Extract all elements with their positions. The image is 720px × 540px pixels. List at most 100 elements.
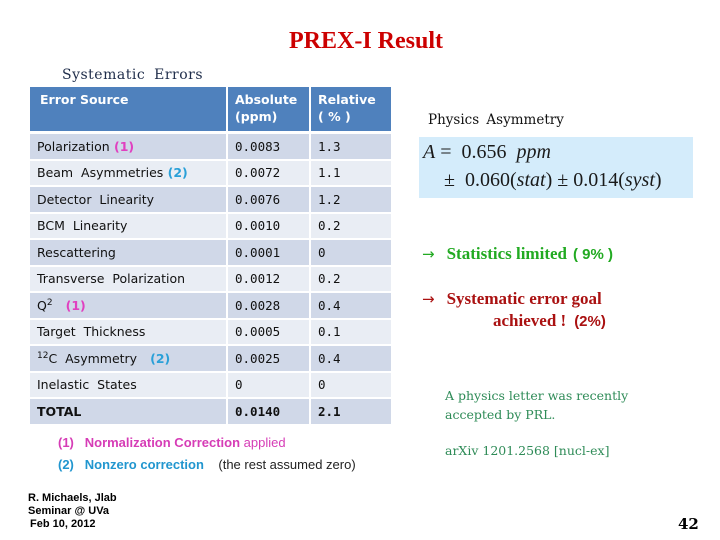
column-header-label: Error Source [40, 92, 129, 107]
column-header-relative: Relative( % ) [311, 87, 391, 134]
conclusion-percent: ( 9% ) [572, 246, 613, 263]
arrow-right-icon: → [422, 290, 435, 308]
source-label: Inelastic States [37, 377, 137, 393]
column-header-absolute: Absolute (ppm) [228, 87, 311, 134]
cell-absolute: 0.0076 [228, 187, 311, 214]
table-row: Q2 (1) 0.0028 0.4 [30, 293, 391, 320]
formula-value: 0.656 [461, 141, 507, 163]
correction-tag: (2) [163, 165, 188, 181]
table-row: Rescattering 0.0001 0 [30, 240, 391, 267]
footnote-text: applied [243, 435, 286, 450]
footnote-label: Normalization Correction [84, 435, 241, 450]
correction-tag: (2) [137, 350, 171, 366]
cell-absolute: 0.0083 [228, 134, 311, 161]
isotope-superscript: 12 [37, 350, 49, 361]
slide-title: PREX-I Result [289, 28, 443, 54]
formula-stat-label: stat [516, 169, 546, 191]
formula-syst-label: syst [624, 169, 655, 191]
footnote-text: (the rest assumed zero) [207, 457, 356, 472]
column-header-label: Relative( % ) [318, 92, 376, 124]
table-header-row: Error Source Absolute (ppm) Relative( % ) [30, 87, 391, 134]
source-label: Target Thickness [37, 324, 146, 340]
cell-absolute: 0.0001 [228, 240, 311, 267]
correction-tag: (1) [109, 138, 135, 154]
formula-line-2: ± 0.060(stat) ± 0.014(syst) [444, 169, 662, 191]
source-label: Beam Asymmetries [37, 165, 164, 181]
source-label: Q [37, 297, 47, 313]
footnote-1: (1) Normalization Correction applied [58, 432, 356, 454]
table-row: BCM Linearity 0.0010 0.2 [30, 213, 391, 240]
cell-relative: 0.1 [311, 319, 391, 346]
cell-error-source: Detector Linearity [30, 187, 228, 214]
cell-relative: 2.1 [311, 399, 391, 426]
footnote-tag: (1) [58, 435, 74, 450]
formula-line-1: A = 0.656 ppm [423, 141, 551, 164]
arxiv-reference[interactable]: arXiv 1201.2568 [nucl-ex] [445, 443, 609, 458]
source-label: C Asymmetry [48, 350, 138, 366]
credit-venue: Seminar @ UVa [28, 505, 110, 517]
formula-symbol: A [423, 141, 436, 163]
conclusion-text-2: achieved ! [493, 311, 567, 330]
systematic-errors-table: Error Source Absolute (ppm) Relative( % )… [30, 87, 391, 426]
cell-absolute: 0.0012 [228, 266, 311, 293]
cell-error-source: Target Thickness [30, 319, 228, 346]
cell-absolute: 0.0005 [228, 319, 311, 346]
arrow-right-icon: → [422, 245, 435, 263]
footnote-label: Nonzero correction [84, 457, 204, 472]
cell-relative: 0.2 [311, 213, 391, 240]
conclusion-text: Systematic error goal [446, 289, 602, 308]
cell-relative: 0.4 [311, 293, 391, 320]
table-row: 12C Asymmetry (2) 0.0025 0.4 [30, 346, 391, 373]
cell-error-source: Polarization (1) [30, 134, 228, 161]
source-label: Rescattering [37, 244, 116, 260]
conclusion-text: Statistics limited [446, 244, 567, 263]
cell-error-source: Inelastic States [30, 372, 228, 399]
publication-note: A physics letter was recently accepted b… [445, 388, 629, 422]
cell-error-source: 12C Asymmetry (2) [30, 346, 228, 373]
source-label: TOTAL [37, 403, 82, 419]
cell-relative: 1.2 [311, 187, 391, 214]
table-row: Polarization (1) 0.0083 1.3 [30, 134, 391, 161]
table-row: Beam Asymmetries (2) 0.0072 1.1 [30, 160, 391, 187]
cell-relative: 0 [311, 372, 391, 399]
cell-relative: 0.4 [311, 346, 391, 373]
table-row-total: TOTAL 0.0140 2.1 [30, 399, 391, 426]
conclusion-percent: (2%) [574, 313, 606, 330]
credit-author: R. Michaels, Jlab [28, 492, 117, 504]
cell-error-source: Q2 (1) [30, 293, 228, 320]
table-row: Inelastic States 0 0 [30, 372, 391, 399]
formula-stat-value: 0.060 [464, 169, 510, 191]
cell-error-source: Rescattering [30, 240, 228, 267]
formula-pm: ± [557, 169, 569, 191]
physics-asymmetry-label: Physics Asymmetry [428, 112, 564, 128]
cell-absolute: 0.0072 [228, 160, 311, 187]
formula-pm: ± [444, 169, 455, 191]
cell-relative: 1.1 [311, 160, 391, 187]
systematic-errors-heading: Systematic Errors [62, 67, 204, 83]
formula-equals: = [435, 141, 462, 163]
footnote-tag: (2) [58, 457, 74, 472]
cell-absolute: 0.0028 [228, 293, 311, 320]
column-header-error-source: Error Source [30, 87, 228, 134]
cell-relative: 0.2 [311, 266, 391, 293]
cell-error-source: TOTAL [30, 399, 228, 426]
column-header-label: Absolute (ppm) [235, 92, 298, 124]
cell-absolute: 0.0140 [228, 399, 311, 426]
source-label: Detector Linearity [37, 191, 155, 207]
cell-absolute: 0 [228, 372, 311, 399]
cell-relative: 0 [311, 240, 391, 267]
conclusion-systematic: → Systematic error goal achieved ! (2%) [422, 288, 606, 333]
cell-error-source: Beam Asymmetries (2) [30, 160, 228, 187]
correction-tag: (1) [52, 297, 86, 313]
source-label: Transverse Polarization [37, 271, 186, 287]
cell-error-source: BCM Linearity [30, 213, 228, 240]
cell-absolute: 0.0025 [228, 346, 311, 373]
author-credit: R. Michaels, Jlab Seminar @ UVa Feb 10, … [28, 492, 117, 531]
conclusion-statistics: → Statistics limited ( 9% ) [422, 244, 613, 264]
source-label: Polarization [37, 138, 110, 154]
formula-syst-value: 0.014 [573, 169, 619, 191]
asymmetry-formula-box: A = 0.656 ppm ± 0.060(stat) ± 0.014(syst… [419, 137, 693, 198]
footnotes: (1) Normalization Correction applied (2)… [58, 432, 356, 476]
footnote-2: (2) Nonzero correction (the rest assumed… [58, 454, 356, 476]
source-label: BCM Linearity [37, 218, 128, 234]
